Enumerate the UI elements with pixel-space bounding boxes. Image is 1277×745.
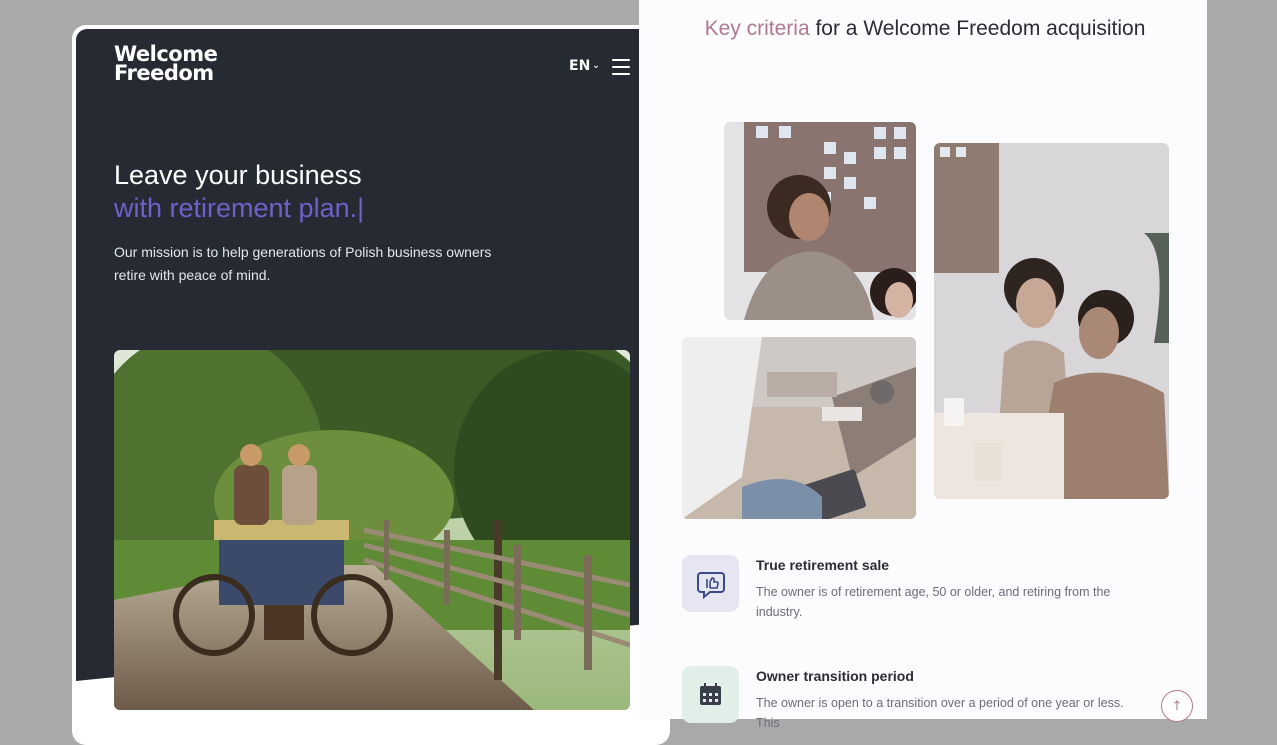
hero-title-line-1: Leave your business [114,160,362,190]
menu-icon[interactable] [612,59,630,75]
feature-title-transition-period: Owner transition period [756,668,914,684]
feature-desc-transition-period: The owner is open to a transition over a… [756,696,1124,730]
feature-desc-retirement-sale: The owner is of retirement age, 50 or ol… [756,585,1111,619]
key-criteria-heading: Key criteria for a Welcome Freedom acqui… [639,15,1211,43]
calendar-icon [682,666,739,723]
hero-image-horse-cart [114,350,630,710]
photo-meeting-woman-smiling [724,122,916,320]
hero-title: Leave your business with retirement plan… [114,159,364,225]
hero-title-line-2: with retirement plan. [114,193,358,223]
typing-caret: | [357,193,365,223]
photo-meeting-table-laptops [682,337,916,519]
language-selector[interactable]: EN ⌄ [569,58,600,74]
feature-title-retirement-sale: True retirement sale [756,557,890,573]
logo-line-2: Freedom [114,61,214,85]
welcome-freedom-logo[interactable]: Welcome Freedom [114,44,218,85]
thumbs-up-chat-icon [682,555,739,612]
heading-rest: for a Welcome Freedom acquisition [815,17,1146,40]
scroll-to-top-button[interactable]: ↑ [1161,690,1193,722]
heading-accent: Key criteria [704,17,810,40]
mobile-preview-card: Welcome Freedom EN ⌄ Leave your business … [72,25,670,745]
arrow-up-icon: ↑ [1171,698,1183,714]
hero-subtitle: Our mission is to help generations of Po… [114,244,492,283]
language-label: EN [569,58,591,74]
key-criteria-panel: Key criteria for a Welcome Freedom acqui… [639,0,1207,730]
photo-meeting-two-people [934,143,1169,499]
chevron-down-icon: ⌄ [592,61,600,71]
